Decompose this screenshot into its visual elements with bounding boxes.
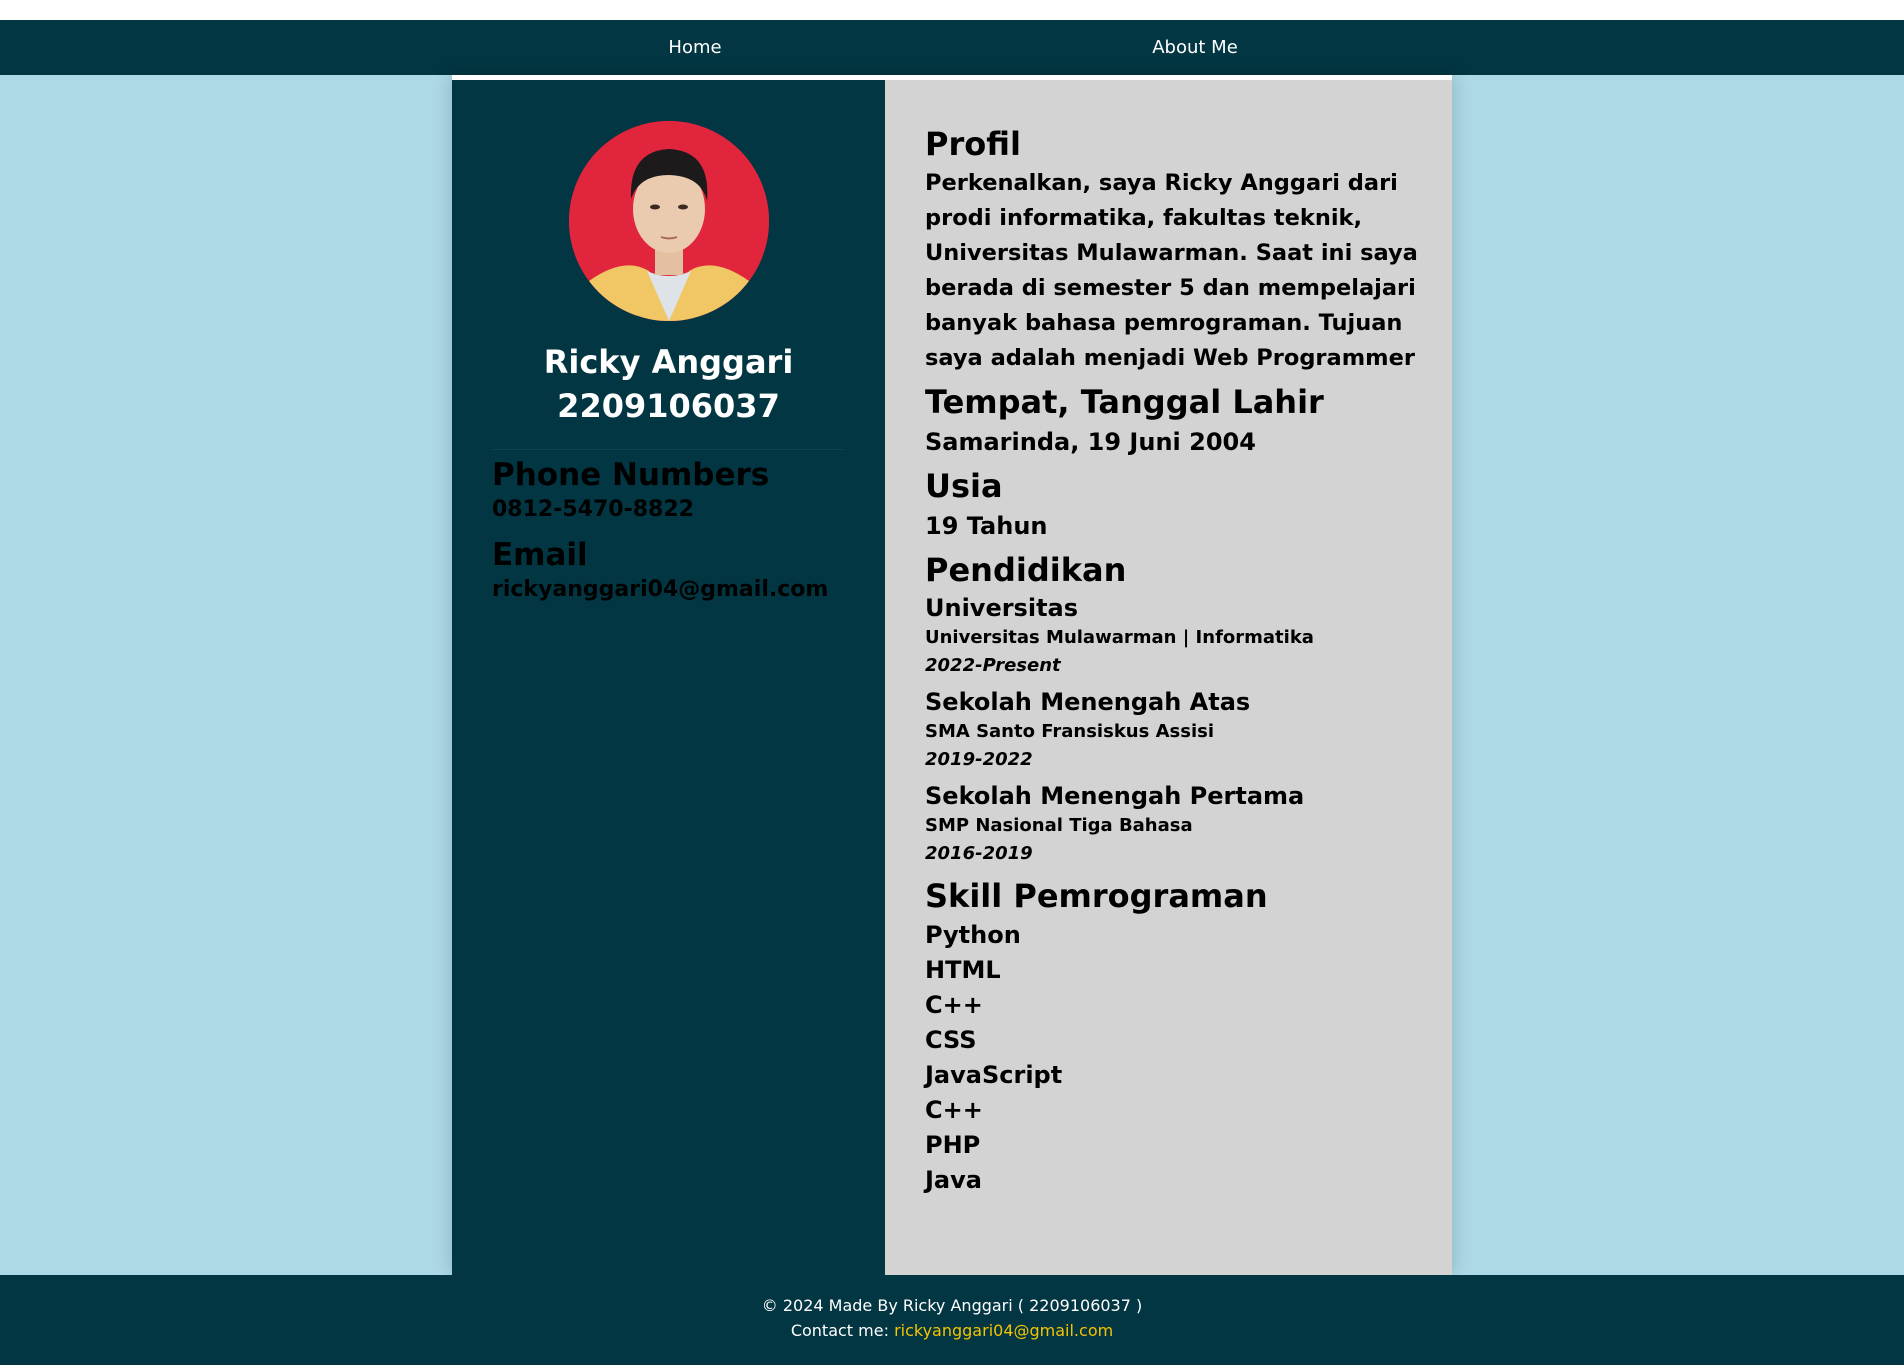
skill-item: PHP <box>925 1131 981 1159</box>
skill-item: CSS <box>925 1026 977 1054</box>
email-heading: Email <box>492 537 588 573</box>
ttl-value: Samarinda, 19 Juni 2004 <box>925 428 1256 456</box>
nav-about-link[interactable]: About Me <box>1120 20 1270 75</box>
pendidikan-heading: Pendidikan <box>925 551 1127 589</box>
email-address: rickyanggari04@gmail.com <box>492 577 829 602</box>
education-years: 2019-2022 <box>925 749 1033 770</box>
phone-heading: Phone Numbers <box>492 457 770 493</box>
education-item: Sekolah Menengah Atas SMA Santo Fransisk… <box>925 686 1425 774</box>
footer-credit: © 2024 Made By Ricky Anggari ( 220910603… <box>761 1296 1143 1315</box>
education-years: 2016-2019 <box>925 843 1033 864</box>
education-years: 2022-Present <box>925 655 1061 676</box>
skill-heading: Skill Pemrograman <box>925 877 1268 915</box>
footer: © 2024 Made By Ricky Anggari ( 220910603… <box>0 1275 1904 1365</box>
usia-heading: Usia <box>925 467 1003 505</box>
profile-name-block: Ricky Anggari 2209106037 <box>452 340 885 428</box>
skill-item: HTML <box>925 956 1001 984</box>
footer-email-link[interactable]: rickyanggari04@gmail.com <box>894 1321 1113 1340</box>
profil-heading: Profil <box>925 125 1021 163</box>
education-item: Sekolah Menengah Pertama SMP Nasional Ti… <box>925 780 1425 868</box>
education-school: Universitas Mulawarman | Informatika <box>925 627 1314 648</box>
profile-name: Ricky Anggari <box>543 343 794 381</box>
skill-item: C++ <box>925 1096 983 1124</box>
sidebar-divider <box>492 449 845 450</box>
main-content: Profil Perkenalkan, saya Ricky Anggari d… <box>925 122 1425 1198</box>
skill-item: JavaScript <box>925 1061 1063 1089</box>
nav-home-link[interactable]: Home <box>620 20 770 75</box>
usia-value: 19 Tahun <box>925 512 1048 540</box>
education-school: SMP Nasional Tiga Bahasa <box>925 815 1193 836</box>
education-item: Universitas Universitas Mulawarman | Inf… <box>925 592 1425 680</box>
profil-text: Perkenalkan, saya Ricky Anggari dari pro… <box>925 170 1418 371</box>
navbar: Home About Me <box>0 20 1904 75</box>
skill-item: Java <box>925 1166 982 1194</box>
profile-photo <box>569 121 769 321</box>
skill-item: Python <box>925 921 1021 949</box>
skill-item: C++ <box>925 991 983 1019</box>
education-level: Sekolah Menengah Pertama <box>925 782 1305 810</box>
ttl-heading: Tempat, Tanggal Lahir <box>925 383 1324 421</box>
footer-contact-label: Contact me: <box>790 1321 895 1340</box>
education-level: Universitas <box>925 594 1079 622</box>
education-level: Sekolah Menengah Atas <box>925 688 1251 716</box>
education-school: SMA Santo Fransiskus Assisi <box>925 721 1214 742</box>
footer-contact: Contact me: rickyanggari04@gmail.com <box>0 1320 1904 1342</box>
contact-info: Phone Numbers 0812-5470-8822 Email ricky… <box>492 455 872 615</box>
phone-number: 0812-5470-8822 <box>492 497 694 522</box>
profile-nim: 2209106037 <box>557 387 780 425</box>
